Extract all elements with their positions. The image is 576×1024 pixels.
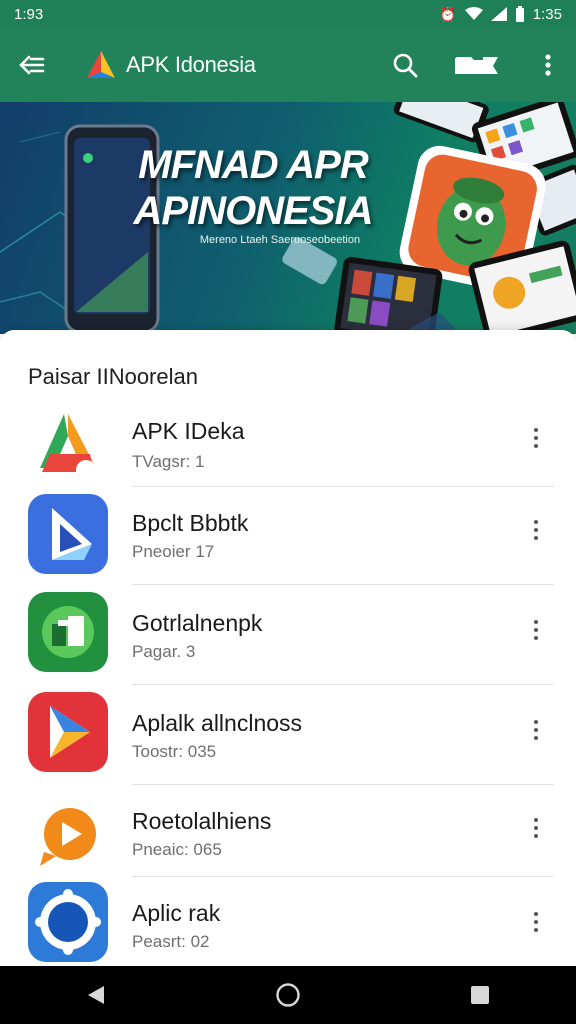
divider [132,584,554,585]
app-subtitle: Pneaic: 065 [132,840,222,859]
list-item[interactable]: Bpclt Bbbtk Pneoier 17 [0,490,576,588]
item-more-button[interactable] [520,710,552,750]
status-icons: ⏰ 1:35 [439,6,562,23]
item-more-button[interactable] [520,510,552,550]
back-button[interactable] [0,28,64,102]
search-icon [393,53,418,78]
battery-icon [515,6,524,22]
app-subtitle: Pneoier 17 [132,542,215,561]
status-time-right: 1:35 [532,5,562,23]
app-name: Aplalk allnclnoss [132,710,303,736]
app-logo-icon [87,51,115,78]
divider [132,876,554,877]
divider [132,784,554,785]
orange-play-bubble-icon [28,794,108,874]
red-green-a-logo-icon [40,414,96,480]
list-item[interactable]: APK IDeka TVagsr: 1 [0,398,576,496]
app-name: Aplic rak [132,900,221,926]
search-button[interactable] [376,28,434,102]
nav-home-button[interactable] [248,966,328,1024]
overflow-menu-button[interactable] [520,28,576,102]
app-subtitle: Pagar. 3 [132,642,196,661]
green-circle-logo-icon [28,592,108,672]
app-title: APK Idonesia [126,52,256,77]
app-subtitle: Toostr: 035 [132,742,217,761]
banner-title: MFNAD APR APINONESIA [108,142,398,234]
status-bar: 1:93 ⏰ 1:35 [0,0,576,28]
signal-icon [490,7,507,21]
app-name: APK IDeka [132,418,245,444]
item-more-button[interactable] [520,808,552,848]
alarm-icon: ⏰ [439,6,457,22]
app-bar: APK Idonesia [0,28,576,102]
folder-button[interactable] [434,28,520,102]
nav-back-button[interactable] [56,966,136,1024]
list-item[interactable]: Aplalk allnclnoss Toostr: 035 [0,688,576,786]
app-name: Gotrlalnenpk [132,610,263,636]
more-vert-icon [545,54,551,76]
folder-icon [455,57,498,74]
app-name: Roetolalhiens [132,808,272,834]
back-triangle-icon [88,986,104,1004]
recents-square-icon [471,986,489,1004]
list-item[interactable]: Gotrlalnenpk Pagar. 3 [0,588,576,686]
app-bar-actions [376,28,576,102]
app-subtitle: TVagsr: 1 [132,452,205,471]
blue-gear-logo-icon [28,882,108,962]
home-circle-icon [276,983,300,1007]
app-subtitle: Peasrt: 02 [132,932,210,951]
wifi-icon [464,7,483,20]
app-list-sheet: Paisar IINoorelan APK IDeka TVagsr: 1 Bp… [0,330,576,966]
item-more-button[interactable] [520,610,552,650]
item-more-button[interactable] [520,902,552,942]
system-nav-bar [0,966,576,1024]
nav-recents-button[interactable] [440,966,520,1024]
red-play-logo-icon [28,692,108,772]
list-item[interactable]: Aplic rak Peasrt: 02 [0,880,576,978]
app-name: Bpclt Bbbtk [132,510,249,536]
banner-title-line2: APINONESIA [133,189,374,233]
blue-triangle-logo-icon [28,494,108,574]
back-arrow-icon [19,55,45,75]
divider [132,486,554,487]
list-item[interactable]: Roetolalhiens Pneaic: 065 [0,788,576,886]
item-more-button[interactable] [520,418,552,458]
section-title: Paisar IINoorelan [28,364,198,389]
promo-banner[interactable]: MFNAD APR APINONESIA Mereno Ltaeh Saeruo… [0,102,576,334]
divider [132,684,554,685]
status-time-left: 1:93 [14,5,44,23]
banner-title-line1: MFNAD APR [138,143,369,187]
banner-subtitle: Mereno Ltaeh Saeruoseobeetion [199,234,361,246]
